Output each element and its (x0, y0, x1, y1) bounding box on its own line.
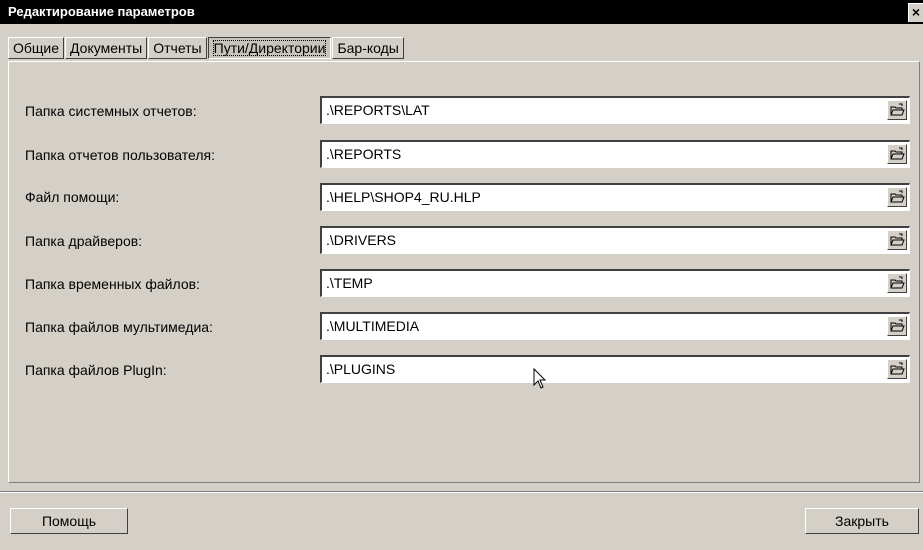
path-value: .\TEMP (326, 275, 373, 291)
multimedia-folder-field[interactable]: .\MULTIMEDIA (320, 312, 910, 340)
tab-label: Документы (70, 40, 143, 56)
close-button[interactable]: Закрыть (805, 508, 919, 534)
open-folder-icon (890, 276, 905, 289)
tab-strip: Общие Документы Отчеты Пути/Директории Бар-к… (8, 37, 405, 61)
path-value: .\PLUGINS (326, 361, 396, 377)
plugin-folder-label: Папка файлов PlugIn: (25, 362, 167, 378)
tab-label: Общие (13, 40, 60, 56)
tab-paths[interactable]: Пути/Директории (207, 37, 332, 59)
user-reports-folder-field[interactable]: .\REPORTS (320, 140, 910, 168)
temp-folder-label: Папка временных файлов: (25, 276, 200, 292)
browse-folder-button[interactable] (887, 100, 907, 120)
open-folder-icon (890, 147, 905, 160)
drivers-folder-field[interactable]: .\DRIVERS (320, 226, 910, 254)
user-reports-folder-label: Папка отчетов пользователя: (25, 147, 215, 163)
browse-folder-button[interactable] (887, 230, 907, 250)
browse-folder-button[interactable] (887, 144, 907, 164)
path-value: .\HELP\SHOP4_RU.HLP (326, 189, 481, 205)
help-button[interactable]: Помощь (10, 508, 128, 534)
tab-general[interactable]: Общие (8, 37, 65, 59)
tab-label: Пути/Директории (212, 40, 327, 56)
tab-label: Бар-коды (337, 40, 399, 56)
help-button-label: Помощь (41, 513, 97, 529)
open-folder-icon (890, 190, 905, 203)
close-button-label: Закрыть (835, 513, 889, 529)
plugin-folder-field[interactable]: .\PLUGINS (320, 355, 910, 383)
help-file-label: Файл помощи: (25, 189, 120, 205)
path-value: .\REPORTS\LAT (326, 102, 430, 118)
footer-separator (0, 491, 923, 493)
multimedia-folder-label: Папка файлов мультимедиа: (25, 319, 213, 335)
browse-folder-button[interactable] (887, 273, 907, 293)
mouse-cursor-icon (533, 368, 547, 389)
system-reports-folder-label: Папка системных отчетов: (25, 103, 197, 119)
tab-documents[interactable]: Документы (65, 37, 148, 59)
tab-reports[interactable]: Отчеты (148, 37, 207, 59)
system-reports-folder-field[interactable]: .\REPORTS\LAT (320, 96, 910, 124)
browse-folder-button[interactable] (887, 316, 907, 336)
open-folder-icon (890, 103, 905, 116)
temp-folder-field[interactable]: .\TEMP (320, 269, 910, 297)
help-file-field[interactable]: .\HELP\SHOP4_RU.HLP (320, 183, 910, 211)
open-folder-icon (890, 233, 905, 246)
path-value: .\MULTIMEDIA (326, 318, 420, 334)
tab-label: Отчеты (153, 40, 202, 56)
browse-folder-button[interactable] (887, 359, 907, 379)
drivers-folder-label: Папка драйверов: (25, 233, 143, 249)
title-bar: Редактирование параметров × (0, 0, 923, 24)
open-folder-icon (890, 319, 905, 332)
tab-barcodes[interactable]: Бар-коды (332, 37, 404, 59)
open-folder-icon (890, 362, 905, 375)
close-window-icon[interactable]: × (908, 3, 923, 22)
window-title: Редактирование параметров (8, 4, 195, 19)
path-value: .\DRIVERS (326, 232, 397, 248)
browse-folder-button[interactable] (887, 187, 907, 207)
path-value: .\REPORTS (326, 146, 402, 162)
